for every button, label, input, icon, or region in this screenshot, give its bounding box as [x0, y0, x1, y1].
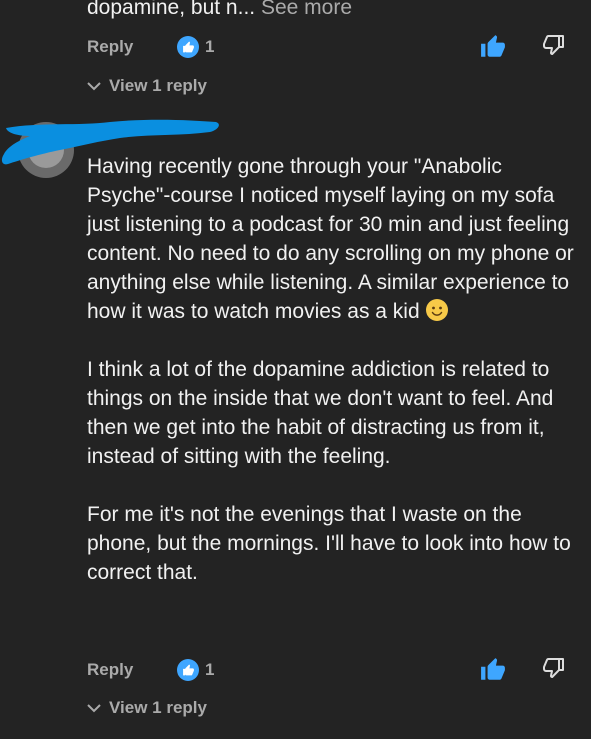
- like-count: 1: [205, 660, 215, 679]
- reply-button[interactable]: Reply: [87, 660, 177, 680]
- reply-button[interactable]: Reply: [87, 37, 177, 57]
- slightly-smiling-face-emoji-icon: [426, 299, 449, 321]
- previous-comment-text: dopamine, but n... See more: [87, 0, 352, 22]
- comment-text: Having recently gone through your "Anabo…: [87, 152, 582, 616]
- thumbs-down-icon[interactable]: [542, 33, 566, 62]
- view-replies-button[interactable]: View 1 reply: [87, 695, 207, 721]
- thumbs-up-icon[interactable]: [480, 34, 506, 65]
- thumbs-up-icon[interactable]: [480, 657, 506, 688]
- comment-action-bar: Reply 1: [87, 653, 577, 687]
- see-more-link[interactable]: See more: [261, 0, 352, 19]
- view-replies-button[interactable]: View 1 reply: [87, 73, 207, 99]
- comment-paragraph: I think a lot of the dopamine addiction …: [87, 358, 554, 468]
- chevron-down-icon: [87, 82, 101, 91]
- comment-paragraph: Having recently gone through your "Anabo…: [87, 155, 574, 323]
- thumbs-down-icon[interactable]: [542, 656, 566, 685]
- creator-like-badge-icon: [177, 36, 199, 58]
- previous-comment-action-bar: Reply 1: [87, 30, 577, 64]
- previous-comment-tail: dopamine, but n...: [87, 0, 256, 19]
- like-count: 1: [205, 37, 215, 56]
- view-replies-label: View 1 reply: [109, 76, 207, 95]
- view-replies-label: View 1 reply: [109, 698, 207, 717]
- creator-like-badge-icon: [177, 659, 199, 681]
- comment-paragraph: For me it's not the evenings that I wast…: [87, 503, 571, 584]
- chevron-down-icon: [87, 704, 101, 713]
